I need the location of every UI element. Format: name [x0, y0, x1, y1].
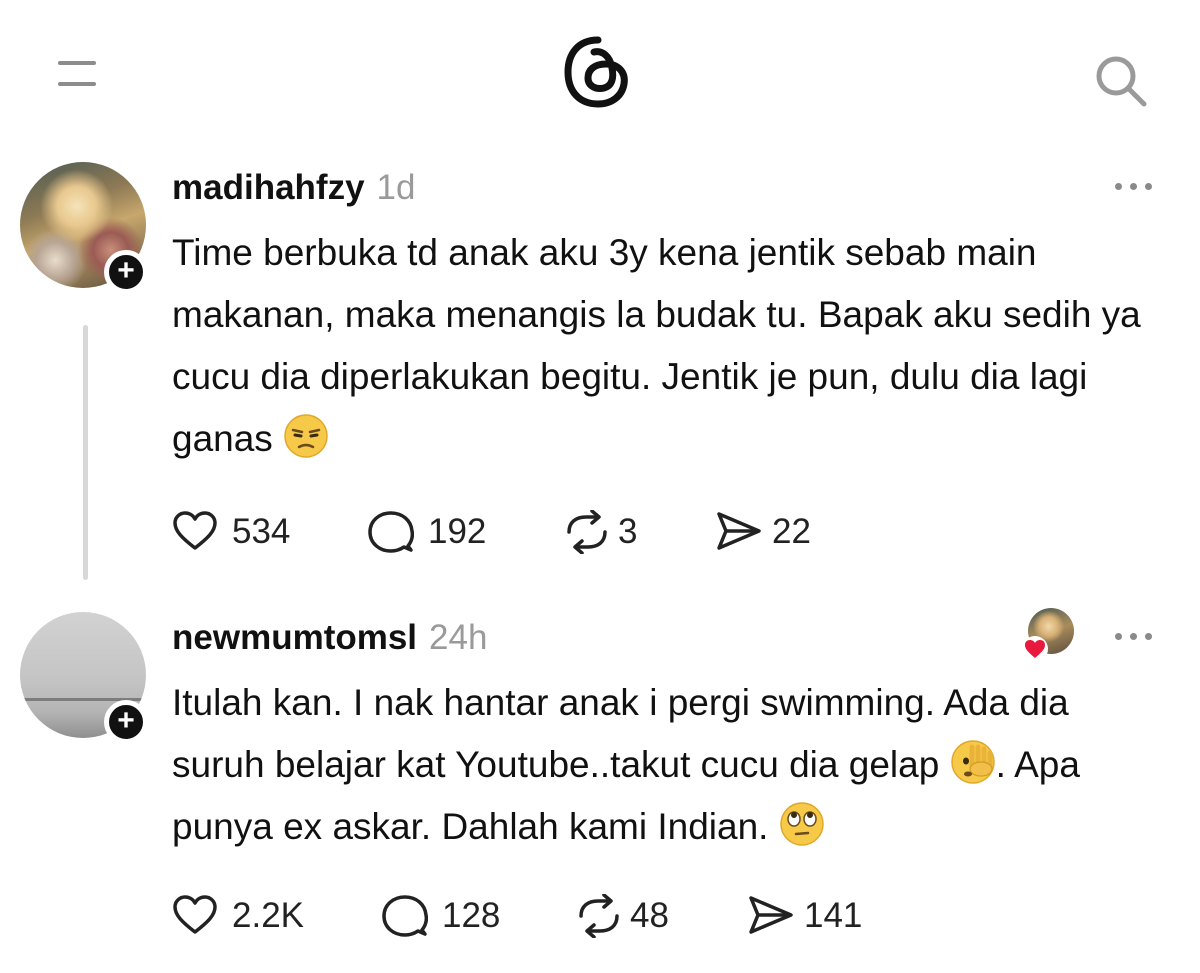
comment-icon: [368, 511, 414, 553]
repost-icon: [567, 510, 607, 554]
avatar[interactable]: +: [20, 612, 150, 744]
follow-plus-icon[interactable]: +: [104, 250, 148, 294]
top-bar: [0, 0, 1200, 140]
menu-icon[interactable]: [58, 55, 100, 91]
like-button[interactable]: 2.2K: [172, 890, 322, 940]
post-text: Time berbuka td anak aku 3y kena jentik …: [172, 222, 1162, 470]
more-options-icon[interactable]: [1113, 630, 1155, 644]
repost-button[interactable]: 48: [574, 890, 684, 940]
repost-count: 3: [618, 512, 638, 551]
reply-count: 192: [428, 512, 487, 551]
like-count: 534: [232, 512, 291, 551]
post-text-content: Itulah kan. I nak hantar anak i pergi sw…: [172, 682, 1069, 785]
post-time: 1d: [376, 168, 416, 207]
post-time: 24h: [429, 618, 488, 657]
red-heart-icon: [1022, 636, 1048, 662]
liked-by-author-avatar: [1022, 608, 1076, 662]
search-icon[interactable]: [1092, 52, 1148, 108]
send-icon: [749, 896, 793, 934]
reply-button[interactable]: 128: [382, 890, 512, 940]
thread-post: + madihahfzy 1d Time berbuka td anak aku …: [0, 150, 1200, 590]
threads-logo-icon[interactable]: [560, 34, 636, 110]
post-header: madihahfzy 1d: [172, 168, 415, 212]
repost-icon: [579, 894, 619, 938]
face-with-peeking-eye-emoji: [950, 740, 995, 784]
threads-screen: + madihahfzy 1d Time berbuka td anak aku …: [0, 0, 1200, 973]
like-count: 2.2K: [232, 896, 304, 935]
reply-button[interactable]: 192: [368, 506, 498, 556]
post-text: Itulah kan. I nak hantar anak i pergi sw…: [172, 672, 1162, 858]
send-icon: [717, 512, 761, 550]
like-button[interactable]: 534: [172, 506, 302, 556]
repost-button[interactable]: 3: [562, 506, 662, 556]
unamused-face-emoji: [284, 414, 328, 458]
username[interactable]: madihahfzy: [172, 168, 365, 207]
share-count: 141: [804, 896, 863, 935]
rolling-eyes-emoji: [780, 802, 824, 846]
thread-connector-line: [83, 325, 88, 580]
share-button[interactable]: 22: [716, 506, 836, 556]
follow-plus-icon[interactable]: +: [104, 700, 148, 744]
heart-icon: [173, 895, 217, 934]
share-button[interactable]: 141: [748, 890, 878, 940]
avatar[interactable]: +: [20, 162, 150, 294]
heart-icon: [173, 511, 217, 550]
more-options-icon[interactable]: [1113, 180, 1155, 194]
share-count: 22: [772, 512, 811, 551]
username[interactable]: newmumtomsl: [172, 618, 417, 657]
post-header: newmumtomsl 24h: [172, 618, 487, 662]
reply-count: 128: [442, 896, 501, 935]
comment-icon: [382, 895, 428, 937]
repost-count: 48: [630, 896, 669, 935]
thread-post: + newmumtomsl 24h Itulah kan. I nak hanta…: [0, 600, 1200, 973]
